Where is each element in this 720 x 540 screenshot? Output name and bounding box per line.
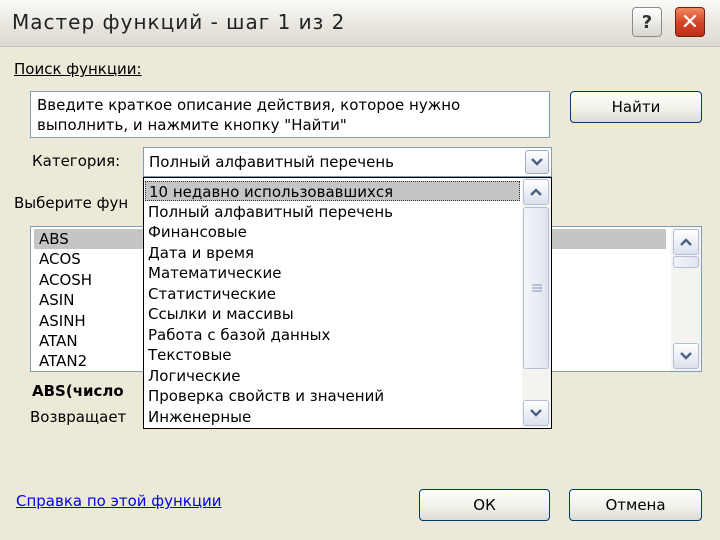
search-input[interactable]: Введите краткое описание действия, котор… xyxy=(30,91,550,138)
category-option[interactable]: Математические xyxy=(148,263,281,283)
category-dropdown-scrollbar[interactable] xyxy=(522,178,551,428)
category-select[interactable]: Полный алфавитный перечень xyxy=(143,147,552,177)
list-item[interactable]: ASIN xyxy=(39,290,74,310)
title-bar: Мастер функций - шаг 1 из 2 ? ✕ xyxy=(0,0,720,47)
category-selected: Полный алфавитный перечень xyxy=(149,153,395,171)
function-list-label: Выберите фун xyxy=(14,194,129,212)
list-item[interactable]: ASINH xyxy=(39,311,86,331)
close-glyph: ✕ xyxy=(680,9,700,35)
window-title: Мастер функций - шаг 1 из 2 xyxy=(12,10,346,34)
grip-icon xyxy=(532,284,542,292)
help-icon[interactable]: ? xyxy=(632,7,662,37)
category-option[interactable]: Работа с базой данных xyxy=(148,325,330,345)
category-label: Категория: xyxy=(32,152,121,170)
ok-button-label: ОК xyxy=(473,496,496,514)
category-option[interactable]: Инженерные xyxy=(148,407,251,427)
scroll-thumb[interactable] xyxy=(523,207,549,369)
find-button[interactable]: Найти xyxy=(570,91,702,123)
close-icon[interactable]: ✕ xyxy=(675,7,705,37)
category-option[interactable]: 10 недавно использовавшихся xyxy=(145,181,520,201)
category-option[interactable]: Логические xyxy=(148,366,240,386)
category-option[interactable]: Полный алфавитный перечень xyxy=(148,202,393,222)
find-button-label: Найти xyxy=(611,98,661,116)
category-option[interactable]: Дата и время xyxy=(148,243,254,263)
scroll-down-icon[interactable] xyxy=(673,343,699,369)
function-list-scrollbar[interactable] xyxy=(671,227,701,371)
search-hint: Введите краткое описание действия, котор… xyxy=(37,96,461,134)
cancel-button[interactable]: Отмена xyxy=(569,489,702,521)
list-item[interactable]: ATAN xyxy=(39,331,78,351)
list-item[interactable]: ACOS xyxy=(39,249,81,269)
help-glyph: ? xyxy=(641,11,653,33)
ok-button[interactable]: ОК xyxy=(419,489,550,521)
help-link[interactable]: Справка по этой функции xyxy=(16,492,222,510)
cancel-button-label: Отмена xyxy=(605,496,666,514)
chevron-down-icon[interactable] xyxy=(525,150,549,174)
list-item[interactable]: ACOSH xyxy=(39,270,92,290)
category-option[interactable]: Финансовые xyxy=(148,222,247,242)
function-description: Возвращает xyxy=(30,408,127,426)
scroll-thumb[interactable] xyxy=(673,256,699,268)
category-option[interactable]: Проверка свойств и значений xyxy=(148,386,384,406)
category-dropdown[interactable]: 10 недавно использовавшихся Полный алфав… xyxy=(143,177,552,429)
category-option[interactable]: Статистические xyxy=(148,284,276,304)
list-item[interactable]: ATAN2 xyxy=(39,351,87,371)
scroll-up-icon[interactable] xyxy=(523,179,549,205)
category-option[interactable]: Ссылки и массивы xyxy=(148,304,294,324)
scroll-down-icon[interactable] xyxy=(523,400,549,426)
scroll-up-icon[interactable] xyxy=(673,229,699,255)
search-label: Поиск функции: xyxy=(14,60,142,78)
function-signature: ABS(число xyxy=(32,382,124,400)
search-label-text: Поиск функции: xyxy=(14,60,142,78)
category-option[interactable]: Текстовые xyxy=(148,345,232,365)
